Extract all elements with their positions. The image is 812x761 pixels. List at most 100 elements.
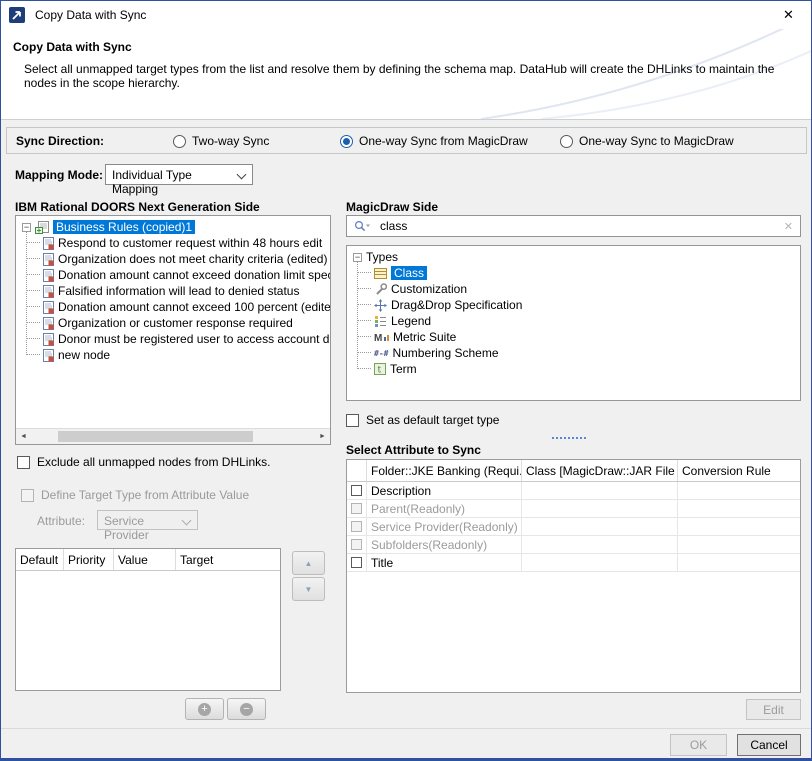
- move-down-button[interactable]: ▼: [292, 577, 325, 601]
- attribute-name-cell[interactable]: Description: [367, 482, 522, 499]
- ok-button[interactable]: OK: [670, 734, 727, 756]
- tree-item[interactable]: Falsified information will lead to denie…: [26, 283, 299, 299]
- attribute-name-cell[interactable]: Parent(Readonly): [367, 500, 522, 517]
- tree-root-label[interactable]: Business Rules (copied)1: [53, 220, 195, 234]
- conversion-rule-cell[interactable]: [678, 518, 800, 535]
- type-item-label[interactable]: Class: [391, 266, 427, 280]
- tree-connector: [26, 290, 40, 292]
- checkbox-icon[interactable]: [351, 485, 362, 496]
- type-item-metric-suite[interactable]: M Metric Suite: [357, 329, 456, 345]
- search-input[interactable]: [380, 219, 779, 233]
- target-cell[interactable]: [522, 554, 678, 571]
- column-header[interactable]: Folder::JKE Banking (Requi...: [367, 460, 522, 481]
- radio-one-way-from-magicdraw[interactable]: One-way Sync from MagicDraw: [340, 133, 528, 149]
- attribute-name-cell[interactable]: Subfolders(Readonly): [367, 536, 522, 553]
- tree-item[interactable]: Donation amount cannot exceed donation l…: [26, 267, 331, 283]
- attribute-row-service-provider[interactable]: Service Provider(Readonly): [347, 518, 800, 536]
- attribute-name-cell[interactable]: Title: [367, 554, 522, 571]
- collapse-icon[interactable]: −: [353, 253, 362, 262]
- tree-item[interactable]: new node: [26, 347, 110, 363]
- type-item-term[interactable]: t Term: [357, 361, 417, 377]
- target-cell[interactable]: [522, 482, 678, 499]
- type-item-dragdrop-specification[interactable]: Drag&Drop Specification: [357, 297, 522, 313]
- chevron-down-icon: [237, 170, 247, 180]
- radio-two-way-sync[interactable]: Two-way Sync: [173, 133, 269, 149]
- tree-item[interactable]: Respond to customer request within 48 ho…: [26, 235, 322, 251]
- cancel-button[interactable]: Cancel: [737, 734, 801, 756]
- target-cell[interactable]: [522, 518, 678, 535]
- set-default-target-checkbox[interactable]: Set as default target type: [346, 412, 499, 428]
- attribute-sync-table[interactable]: Folder::JKE Banking (Requi... Class [Mag…: [346, 459, 801, 693]
- tree-root-row[interactable]: − Business Rules (copied)1: [22, 219, 195, 235]
- attribute-row-description[interactable]: Description: [347, 482, 800, 500]
- type-item-customization[interactable]: Customization: [357, 281, 467, 297]
- conversion-rule-cell[interactable]: [678, 500, 800, 517]
- checkbox-icon[interactable]: [351, 521, 362, 532]
- type-item-legend[interactable]: Legend: [357, 313, 431, 329]
- conversion-rule-cell[interactable]: [678, 482, 800, 499]
- chevron-down-icon: [182, 516, 192, 526]
- clear-search-icon[interactable]: ✕: [784, 220, 793, 233]
- remove-row-button[interactable]: −: [227, 698, 266, 720]
- row-checkbox-cell[interactable]: [347, 554, 367, 571]
- conversion-rule-cell[interactable]: [678, 554, 800, 571]
- add-row-button[interactable]: +: [185, 698, 224, 720]
- target-cell[interactable]: [522, 500, 678, 517]
- radio-one-way-to-magicdraw[interactable]: One-way Sync to MagicDraw: [560, 133, 734, 149]
- row-checkbox-cell[interactable]: [347, 500, 367, 517]
- tree-item[interactable]: Organization or customer response requir…: [26, 315, 293, 331]
- exclude-unmapped-checkbox[interactable]: Exclude all unmapped nodes from DHLinks.: [17, 454, 270, 470]
- radio-icon[interactable]: [560, 135, 573, 148]
- close-button[interactable]: ✕: [766, 1, 811, 29]
- scroll-left-icon[interactable]: ◄: [16, 429, 31, 443]
- type-item-class[interactable]: Class: [357, 265, 427, 281]
- types-tree[interactable]: − Types Class Customization Drag&Drop Sp…: [346, 245, 801, 401]
- tree-item-label: Donation amount cannot exceed 100 percen…: [58, 300, 331, 314]
- value-mapping-table[interactable]: Default Priority Value Target: [15, 548, 281, 691]
- checkbox-icon[interactable]: [351, 557, 362, 568]
- attribute-row-parent[interactable]: Parent(Readonly): [347, 500, 800, 518]
- conversion-rule-cell[interactable]: [678, 536, 800, 553]
- checkbox-icon[interactable]: [351, 503, 362, 514]
- type-item-numbering-scheme[interactable]: #-# Numbering Scheme: [357, 345, 499, 361]
- attribute-name-cell[interactable]: Service Provider(Readonly): [367, 518, 522, 535]
- radio-icon-checked[interactable]: [340, 135, 353, 148]
- types-root-row[interactable]: − Types: [353, 249, 398, 265]
- tree-item[interactable]: Organization does not meet charity crite…: [26, 251, 327, 267]
- checkbox-icon[interactable]: [17, 456, 30, 469]
- move-up-button[interactable]: ▲: [292, 551, 325, 575]
- define-target-type-checkbox[interactable]: Define Target Type from Attribute Value: [21, 487, 249, 503]
- row-checkbox-cell[interactable]: [347, 482, 367, 499]
- column-header[interactable]: Target: [176, 549, 280, 570]
- column-header[interactable]: Value: [114, 549, 176, 570]
- mapping-mode-combobox[interactable]: Individual Type Mapping: [105, 164, 253, 185]
- column-header[interactable]: Default: [16, 549, 64, 570]
- checkbox-icon[interactable]: [346, 414, 359, 427]
- attribute-combobox[interactable]: Service Provider: [97, 510, 198, 530]
- mapping-mode-label: Mapping Mode:: [15, 168, 103, 182]
- column-header[interactable]: Conversion Rule: [678, 460, 800, 481]
- horizontal-scrollbar[interactable]: ◄ ►: [16, 428, 330, 444]
- scroll-right-icon[interactable]: ►: [315, 429, 330, 443]
- column-header[interactable]: Class [MagicDraw::JAR File ...: [522, 460, 678, 481]
- tree-connector: [357, 304, 371, 306]
- checkbox-icon[interactable]: [351, 539, 362, 550]
- row-checkbox-cell[interactable]: [347, 536, 367, 553]
- attribute-row-subfolders[interactable]: Subfolders(Readonly): [347, 536, 800, 554]
- checkbox-icon[interactable]: [21, 489, 34, 502]
- type-search-field[interactable]: ✕: [346, 215, 801, 237]
- row-checkbox-cell[interactable]: [347, 518, 367, 535]
- title-bar[interactable]: Copy Data with Sync: [1, 1, 811, 29]
- target-cell[interactable]: [522, 536, 678, 553]
- edit-button[interactable]: Edit: [746, 699, 801, 720]
- splitter-handle[interactable]: [552, 437, 586, 439]
- radio-icon[interactable]: [173, 135, 186, 148]
- tree-item[interactable]: Donation amount cannot exceed 100 percen…: [26, 299, 331, 315]
- doors-tree[interactable]: − Business Rules (copied)1 Respond to cu…: [15, 215, 331, 445]
- tree-item[interactable]: Donor must be registered user to access …: [26, 331, 329, 347]
- attribute-row-title[interactable]: Title: [347, 554, 800, 572]
- column-header[interactable]: Priority: [64, 549, 114, 570]
- collapse-icon[interactable]: −: [22, 223, 31, 232]
- scrollbar-thumb[interactable]: [58, 431, 253, 442]
- app-icon: [9, 7, 25, 23]
